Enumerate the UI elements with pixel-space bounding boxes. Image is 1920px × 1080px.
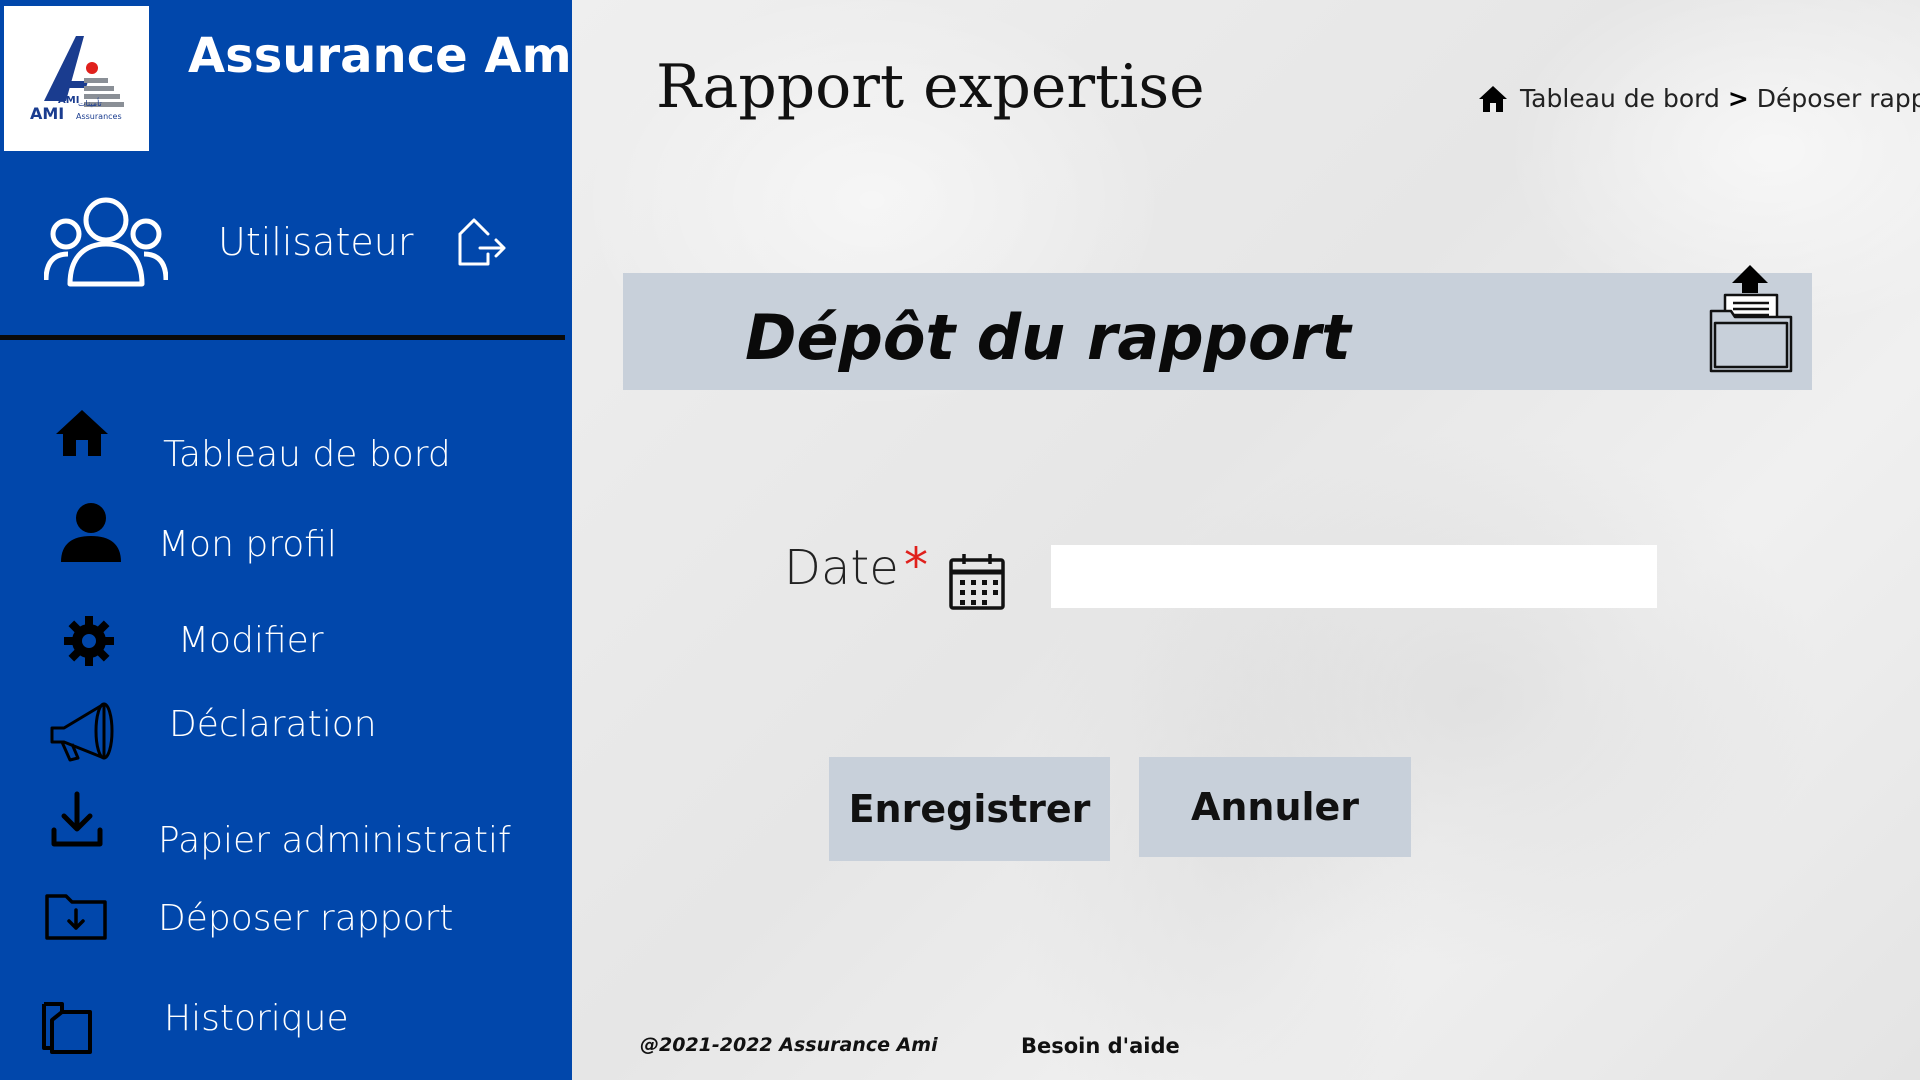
- user-section: Utilisateur: [0, 190, 572, 300]
- sidebar-item-label: Modifier: [178, 620, 324, 661]
- gear-icon: [64, 616, 114, 666]
- person-icon: [61, 503, 121, 562]
- sidebar-item-papier-administratif[interactable]: Papier administratif: [0, 790, 572, 870]
- documents-icon: [42, 1002, 92, 1054]
- sidebar-item-label: Historique: [164, 998, 349, 1039]
- brand-name: Assurance Ami: [188, 28, 589, 84]
- sidebar-item-deposer-rapport[interactable]: Déposer rapport: [0, 888, 572, 968]
- sidebar-item-mon-profil[interactable]: Mon profil: [0, 498, 572, 578]
- cancel-button[interactable]: Annuler: [1139, 757, 1411, 857]
- date-input[interactable]: [1051, 545, 1657, 608]
- app-window: AMI AMI تأمينات Assurances Assurance Ami…: [0, 0, 1920, 1080]
- required-mark: *: [904, 538, 928, 594]
- svg-text:Assurances: Assurances: [76, 112, 122, 121]
- page-title: Rapport expertise: [656, 52, 1205, 122]
- calendar-icon[interactable]: [948, 552, 1006, 612]
- date-label: Date: [784, 540, 899, 596]
- logo: AMI AMI تأمينات Assurances: [4, 6, 149, 151]
- save-button[interactable]: Enregistrer: [829, 757, 1110, 861]
- sidebar-item-historique[interactable]: Historique: [0, 990, 572, 1070]
- sidebar-item-label: Papier administratif: [158, 820, 511, 861]
- breadcrumb-current: Déposer rapport: [1756, 84, 1920, 113]
- sidebar-item-declaration[interactable]: Déclaration: [0, 692, 572, 772]
- megaphone-icon: [50, 702, 114, 762]
- home-icon: [56, 410, 108, 456]
- users-icon: [44, 197, 168, 287]
- help-link[interactable]: Besoin d'aide: [1021, 1034, 1180, 1058]
- logo-icon: AMI AMI تأمينات Assurances: [30, 36, 124, 123]
- breadcrumb: Tableau de bord > Déposer rapport: [1478, 84, 1920, 113]
- logout-icon[interactable]: [456, 216, 508, 268]
- folder-upload-icon: [45, 894, 107, 940]
- home-icon[interactable]: [1478, 85, 1508, 113]
- folder-upload-icon: [1709, 265, 1793, 373]
- sidebar: AMI AMI تأمينات Assurances Assurance Ami…: [0, 0, 588, 1080]
- download-icon: [51, 791, 103, 847]
- panel-title: Dépôt du rapport: [745, 301, 1351, 374]
- sidebar-item-tableau-de-bord[interactable]: Tableau de bord: [0, 408, 572, 488]
- sidebar-item-label: Tableau de bord: [163, 434, 451, 475]
- svg-text:تأمينات: تأمينات: [78, 97, 102, 108]
- svg-text:AMI: AMI: [30, 104, 64, 123]
- sidebar-item-modifier[interactable]: Modifier: [0, 610, 572, 690]
- user-label: Utilisateur: [218, 220, 414, 264]
- panel-header: Dépôt du rapport: [623, 265, 1812, 390]
- sidebar-divider: [0, 335, 565, 340]
- footer-copyright: @2021-2022 Assurance Ami: [640, 1034, 938, 1056]
- sidebar-item-label: Déclaration: [169, 704, 377, 745]
- sidebar-item-label: Déposer rapport: [158, 898, 454, 939]
- sidebar-item-label: Mon profil: [158, 524, 337, 565]
- breadcrumb-home-link[interactable]: Tableau de bord: [1520, 84, 1720, 113]
- main-content: [572, 0, 1920, 1080]
- breadcrumb-separator: >: [1727, 84, 1749, 113]
